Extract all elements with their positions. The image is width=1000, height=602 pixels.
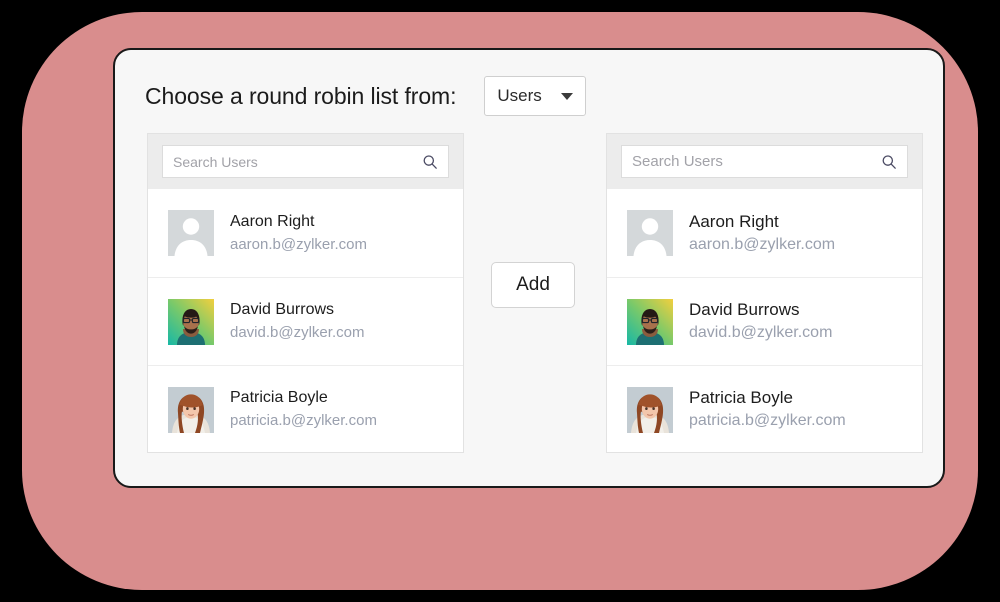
user-list-item[interactable]: Patricia Boyle patricia.b@zylker.com	[148, 365, 463, 452]
user-name: David Burrows	[689, 300, 800, 319]
user-list-item[interactable]: Aaron Right aaron.b@zylker.com	[148, 189, 463, 277]
target-search-wrap[interactable]	[621, 145, 908, 178]
source-search-wrap[interactable]	[162, 145, 449, 178]
user-list-item[interactable]: David Burrows david.b@zylker.com	[607, 277, 922, 365]
user-email: aaron.b@zylker.com	[689, 235, 836, 253]
search-icon[interactable]	[422, 154, 438, 170]
user-name: Patricia Boyle	[689, 388, 793, 407]
user-name: Aaron Right	[230, 212, 315, 230]
source-search-bar	[148, 134, 463, 189]
source-user-list: Aaron Right aaron.b@zylker.com David Burro…	[148, 189, 463, 452]
page-title: Choose a round robin list from:	[145, 82, 457, 109]
source-select[interactable]: Users	[484, 76, 587, 116]
source-select-value: Users	[497, 86, 542, 105]
user-text: David Burrows david.b@zylker.com	[230, 300, 364, 343]
search-icon[interactable]	[881, 154, 897, 170]
user-email: david.b@zylker.com	[230, 324, 365, 341]
user-email: david.b@zylker.com	[689, 324, 833, 341]
user-email: aaron.b@zylker.com	[230, 235, 367, 253]
user-list-item[interactable]: Aaron Right aaron.b@zylker.com	[607, 189, 922, 277]
target-user-list: Aaron Right aaron.b@zylker.com David Burro…	[607, 189, 922, 452]
target-search-bar	[607, 134, 922, 189]
avatar	[168, 298, 214, 345]
add-button[interactable]: Add	[491, 262, 575, 308]
source-user-panel: Aaron Right aaron.b@zylker.com David Burro…	[147, 133, 464, 453]
search-input[interactable]	[173, 153, 422, 170]
user-name: David Burrows	[230, 301, 335, 318]
user-text: Patricia Boyle patricia.b@zylker.com	[689, 388, 846, 431]
user-email: patricia.b@zylker.com	[230, 412, 377, 429]
user-text: Aaron Right aaron.b@zylker.com	[689, 212, 835, 255]
user-name: Aaron Right	[689, 211, 779, 231]
card-header: Choose a round robin list from: Users	[145, 68, 919, 124]
avatar	[627, 210, 673, 256]
avatar	[627, 298, 673, 345]
user-name: Patricia Boyle	[230, 389, 328, 406]
user-email: patricia.b@zylker.com	[689, 412, 846, 429]
target-user-panel: Aaron Right aaron.b@zylker.com David Burro…	[606, 133, 923, 453]
chevron-down-icon	[561, 92, 574, 100]
avatar	[168, 210, 214, 256]
user-text: Aaron Right aaron.b@zylker.com	[230, 212, 367, 255]
search-input[interactable]	[632, 153, 881, 170]
round-robin-card: Choose a round robin list from: Users Aa…	[113, 48, 945, 488]
avatar	[168, 386, 214, 433]
avatar	[627, 386, 673, 433]
user-list-item[interactable]: Patricia Boyle patricia.b@zylker.com	[607, 365, 922, 452]
user-list-item[interactable]: David Burrows david.b@zylker.com	[148, 277, 463, 365]
user-text: Patricia Boyle patricia.b@zylker.com	[230, 388, 377, 431]
user-text: David Burrows david.b@zylker.com	[689, 300, 832, 343]
